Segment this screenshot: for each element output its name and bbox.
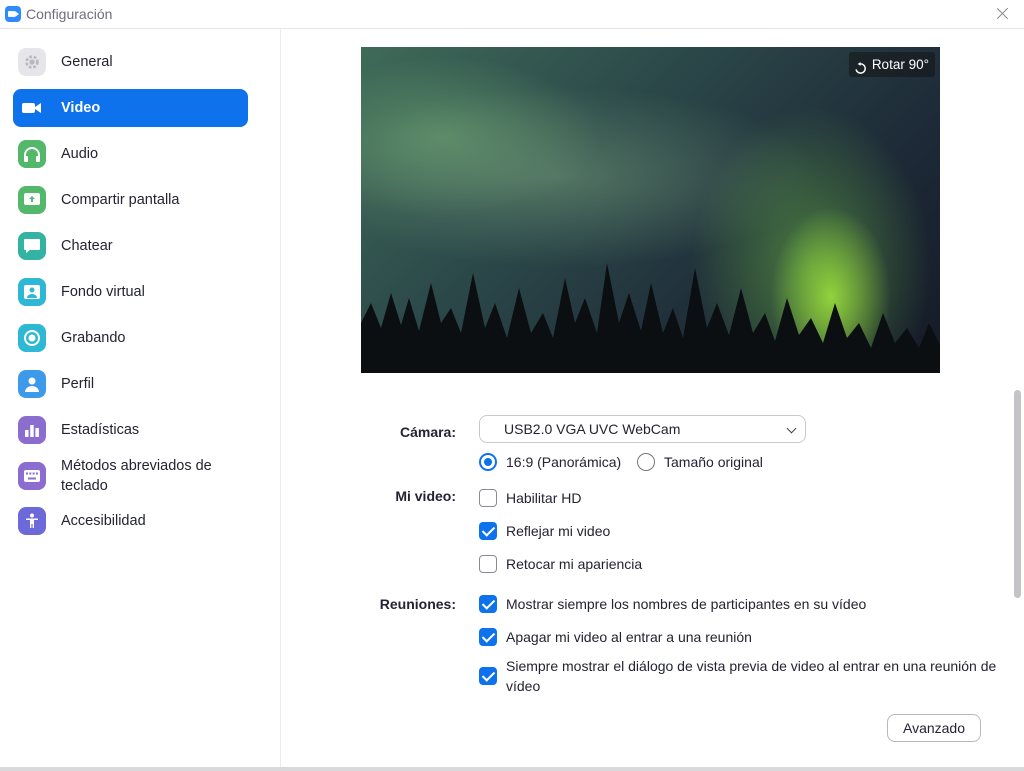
forest-silhouette — [361, 263, 940, 373]
camera-label: Cámara: — [399, 424, 456, 440]
title-bar: Configuración — [0, 0, 1024, 28]
rotate-icon — [854, 58, 867, 74]
sidebar-item-label: Chatear — [61, 238, 113, 254]
sidebar-item-keyboard-shortcuts[interactable]: Métodos abreviados de teclado — [13, 453, 248, 499]
checkbox-turn-off-video-label: Apagar mi video al entrar a una reunión — [506, 629, 752, 645]
checkbox-touch-up[interactable] — [479, 555, 497, 573]
radio-16-9-label: 16:9 (Panorámica) — [506, 454, 622, 470]
keyboard-icon — [18, 462, 46, 490]
rotate-90-button[interactable]: Rotar 90° — [848, 52, 935, 77]
window-title: Configuración — [26, 6, 113, 22]
content-scrollbar[interactable] — [1014, 390, 1021, 598]
camera-select-value: USB2.0 VGA UVC WebCam — [504, 421, 681, 437]
sidebar-item-label: Métodos abreviados de teclado — [61, 458, 212, 494]
meetings-label: Reuniones: — [379, 596, 456, 612]
sidebar-item-recording[interactable]: Grabando — [13, 319, 248, 357]
sidebar-item-label: Grabando — [61, 330, 126, 346]
sidebar-item-profile[interactable]: Perfil — [13, 365, 248, 403]
sidebar-item-chat[interactable]: Chatear — [13, 227, 248, 265]
sidebar-item-share-screen[interactable]: Compartir pantalla — [13, 181, 248, 219]
sidebar-item-label: Audio — [61, 146, 99, 162]
my-video-label: Mi video: — [395, 488, 456, 504]
share-screen-icon — [18, 186, 46, 214]
checkbox-show-names[interactable] — [479, 595, 497, 613]
sidebar-item-label: Video — [61, 100, 101, 116]
video-preview: Rotar 90° — [361, 47, 940, 373]
close-button[interactable] — [992, 3, 1014, 25]
headphones-icon — [18, 140, 46, 168]
camera-select[interactable]: USB2.0 VGA UVC WebCam — [479, 415, 806, 443]
recording-icon — [18, 324, 46, 352]
sidebar-item-statistics[interactable]: Estadísticas — [13, 411, 248, 449]
sidebar-item-label: Accesibilidad — [61, 513, 146, 529]
checkbox-preview-dialog-label: Siempre mostrar el diálogo de vista prev… — [506, 658, 997, 694]
checkbox-enable-hd-label: Habilitar HD — [506, 490, 582, 506]
sidebar-item-accessibility[interactable]: Accesibilidad — [13, 502, 248, 540]
radio-original-size-label: Tamaño original — [664, 454, 763, 470]
sidebar-item-label: Compartir pantalla — [61, 192, 180, 208]
sidebar-item-audio[interactable]: Audio — [13, 135, 248, 173]
statistics-icon — [18, 416, 46, 444]
chat-icon — [18, 232, 46, 260]
sidebar-item-label: Fondo virtual — [61, 284, 145, 300]
video-camera-icon — [18, 94, 46, 122]
sidebar-item-virtual-background[interactable]: Fondo virtual — [13, 273, 248, 311]
virtual-background-icon — [18, 278, 46, 306]
checkbox-mirror-video-label: Reflejar mi video — [506, 523, 611, 539]
settings-sidebar: General Video Audio Compartir pantalla C… — [0, 29, 281, 767]
sidebar-item-general[interactable]: General — [13, 43, 248, 81]
advanced-button[interactable]: Avanzado — [887, 714, 981, 742]
rotate-label: Rotar 90° — [871, 57, 929, 72]
sidebar-item-video[interactable]: Video — [13, 89, 248, 127]
sidebar-item-label: General — [61, 54, 113, 70]
zoom-app-icon — [5, 6, 21, 22]
chevron-down-icon — [786, 423, 797, 434]
gear-icon — [18, 48, 46, 76]
checkbox-preview-dialog[interactable] — [479, 667, 497, 685]
radio-16-9[interactable] — [479, 453, 497, 471]
checkbox-touch-up-label: Retocar mi apariencia — [506, 556, 643, 572]
radio-original-size[interactable] — [637, 453, 655, 471]
sidebar-item-label: Perfil — [61, 376, 95, 392]
sidebar-item-label: Estadísticas — [61, 422, 140, 438]
checkbox-show-names-label: Mostrar siempre los nombres de participa… — [506, 596, 867, 612]
window-bottom-edge — [0, 767, 1024, 771]
profile-icon — [18, 370, 46, 398]
checkbox-mirror-video[interactable] — [479, 522, 497, 540]
checkbox-turn-off-video[interactable] — [479, 628, 497, 646]
accessibility-icon — [18, 507, 46, 535]
checkbox-enable-hd[interactable] — [479, 489, 497, 507]
